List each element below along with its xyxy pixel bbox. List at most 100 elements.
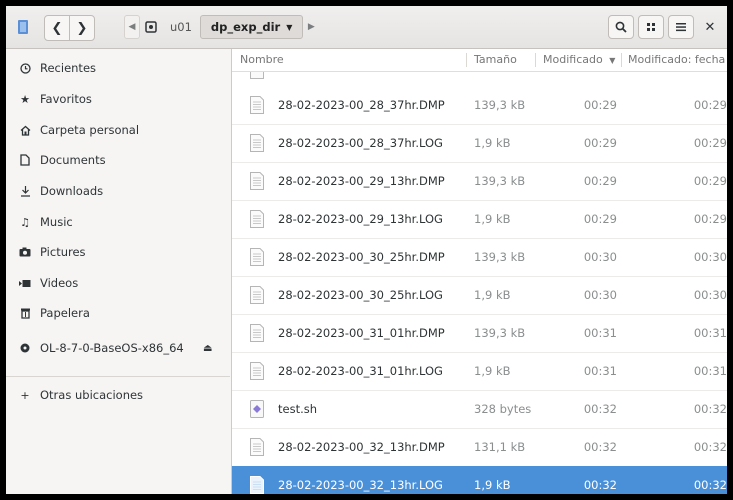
file-modified-date: 00:31: [693, 364, 727, 378]
drive-root-button[interactable]: [140, 15, 162, 39]
sidebar-item-music[interactable]: ♫ Music: [6, 208, 230, 236]
document-icon: [10, 154, 40, 166]
document-file-icon: [250, 172, 264, 190]
path-segment-parent[interactable]: u01: [162, 15, 200, 39]
file-modified: 00:30: [583, 288, 617, 302]
disc-icon: [10, 343, 40, 353]
home-icon: [10, 125, 40, 136]
header-bar: ❮ ❯ ◀ u01 dp_exp_dir ▼ ▶ ✕: [6, 6, 727, 49]
camera-icon: [10, 247, 40, 257]
sidebar-item-documents[interactable]: Documents: [6, 146, 230, 174]
document-file-icon: [250, 96, 264, 114]
file-chooser-window: ❮ ❯ ◀ u01 dp_exp_dir ▼ ▶ ✕ Recientes ★ F…: [6, 6, 727, 494]
sidebar-item-label: Otras ubicaciones: [40, 388, 144, 402]
clock-icon: [10, 62, 40, 74]
file-name: 28-02-2023-00_30_25hr.DMP: [278, 250, 445, 264]
file-size: 1,9 kB: [474, 136, 511, 150]
file-modified: 00:29: [583, 98, 617, 112]
document-file-icon: [250, 134, 264, 152]
forward-arrow-icon: ❯: [76, 20, 88, 36]
file-size: 139,3 kB: [474, 250, 526, 264]
grid-icon: [647, 23, 655, 31]
file-row[interactable]: 28-02-2023-00_29_13hr.DMP 139,3 kB 00:29 00…: [232, 162, 727, 201]
file-name: 28-02-2023-00_30_25hr.LOG: [278, 288, 443, 302]
file-name: 28-02-2023-00_29_13hr.DMP: [278, 174, 445, 188]
file-row[interactable]: 28-02-2023-00_30_25hr.LOG 1,9 kB 00:30 00:3…: [232, 276, 727, 315]
sidebar-item-label: Favoritos: [40, 92, 92, 106]
close-button[interactable]: ✕: [700, 15, 720, 39]
file-modified: 00:32: [583, 402, 617, 416]
file-size: 139,3 kB: [474, 174, 526, 188]
file-modified: 00:31: [583, 326, 617, 340]
column-name-header[interactable]: Nombre: [240, 53, 284, 66]
file-size: 1,9 kB: [474, 212, 511, 226]
star-icon: ★: [20, 92, 30, 106]
file-list: Nombre Tamaño Modificado ▼ Modificado: f…: [232, 49, 727, 494]
sidebar-item-otras-ubicaciones[interactable]: + Otras ubicaciones: [6, 381, 230, 409]
file-name: 28-02-2023-00_28_37hr.LOG: [278, 136, 443, 150]
file-size: 1,9 kB: [474, 478, 511, 492]
back-arrow-icon: ❮: [51, 20, 63, 36]
file-row[interactable]: 28-02-2023-00_32_13hr.DMP 131,1 kB 00:32 00…: [232, 428, 727, 467]
sidebar-item-label: Carpeta personal: [40, 123, 140, 137]
drive-icon: [145, 21, 157, 33]
column-modified-header[interactable]: Modificado ▼: [543, 53, 615, 66]
trash-icon: [10, 307, 40, 319]
column-date-header[interactable]: Modificado: fecha: [628, 53, 725, 66]
sidebar-item-favoritos[interactable]: ★ Favoritos: [6, 85, 230, 113]
forward-button[interactable]: ❯: [69, 16, 94, 40]
file-row[interactable]: test.sh 328 bytes 00:32 00:32: [232, 390, 727, 429]
sidebar-item-label: Recientes: [40, 61, 97, 75]
column-divider: [535, 53, 536, 67]
file-row[interactable]: 28-02-2023-00_28_37hr.LOG 1,9 kB 00:29 00:2…: [232, 124, 727, 163]
file-modified: 00:29: [583, 212, 617, 226]
app-icon: [18, 20, 28, 34]
file-name: test.sh: [278, 402, 318, 416]
eject-icon[interactable]: ⏏: [203, 343, 212, 354]
path-bar: ◀ u01 dp_exp_dir ▼ ▶: [124, 15, 319, 39]
file-row[interactable]: 28-02-2023-00_31_01hr.LOG 1,9 kB 00:31 00:3…: [232, 352, 727, 391]
sidebar-item-downloads[interactable]: Downloads: [6, 177, 230, 205]
path-current-label: dp_exp_dir: [210, 20, 281, 34]
sort-down-icon: ▼: [609, 56, 616, 65]
column-divider: [466, 53, 467, 67]
file-name: 28-02-2023-00_29_13hr.LOG: [278, 212, 443, 226]
column-modified-label: Modificado: [543, 53, 603, 66]
file-modified: 00:32: [583, 478, 617, 492]
document-file-icon: [250, 286, 264, 304]
menu-button[interactable]: [668, 15, 694, 39]
path-scroll-left-button[interactable]: ◀: [124, 15, 140, 39]
sidebar-item-label: Videos: [40, 276, 79, 290]
sidebar-item-recientes[interactable]: Recientes: [6, 54, 230, 82]
sidebar-item-videos[interactable]: Videos: [6, 269, 230, 297]
back-button[interactable]: ❮: [45, 16, 69, 40]
file-row[interactable]: 28-02-2023-00_32_13hr.LOG 1,9 kB 00:32 00:3…: [232, 466, 727, 494]
file-modified-date: 00:30: [693, 250, 727, 264]
column-size-header[interactable]: Tamaño: [474, 53, 517, 66]
file-row[interactable]: 28-02-2023-00_31_01hr.DMP 139,3 kB 00:31 00…: [232, 314, 727, 353]
nav-buttons: ❮ ❯: [44, 15, 95, 41]
script-file-icon: [250, 400, 264, 418]
file-modified: 00:30: [583, 250, 617, 264]
sidebar-item-ol-baseos[interactable]: OL-8-7-0-BaseOS-x86_64 ⏏: [6, 334, 230, 362]
download-icon: [10, 185, 40, 197]
sidebar-item-pictures[interactable]: Pictures: [6, 238, 230, 266]
file-modified-date: 00:30: [693, 288, 727, 302]
sidebar-item-papelera[interactable]: Papelera: [6, 299, 230, 327]
file-size: 328 bytes: [474, 402, 532, 416]
file-name: 28-02-2023-00_32_13hr.DMP: [278, 440, 445, 454]
file-modified: 00:29: [583, 174, 617, 188]
document-file-icon: [250, 476, 264, 494]
file-row[interactable]: 28-02-2023-00_28_37hr.DMP 139,3 kB 00:29 00…: [232, 86, 727, 125]
file-row[interactable]: 28-02-2023-00_30_25hr.DMP 139,3 kB 00:30 00…: [232, 238, 727, 277]
sidebar-item-carpeta-personal[interactable]: Carpeta personal: [6, 116, 230, 144]
file-modified-date: 00:32: [693, 402, 727, 416]
file-name: 28-02-2023-00_31_01hr.LOG: [278, 364, 443, 378]
path-segment-current[interactable]: dp_exp_dir ▼: [199, 15, 304, 39]
file-modified-date: 00:32: [693, 440, 727, 454]
file-row[interactable]: 28-02-2023-00_29_13hr.LOG 1,9 kB 00:29 00:2…: [232, 200, 727, 239]
path-scroll-right-button[interactable]: ▶: [303, 15, 319, 39]
search-button[interactable]: [608, 15, 634, 39]
view-grid-button[interactable]: [638, 15, 664, 39]
file-rows: 28-02-2023-00_28_37hr.DMP 139,3 kB 00:29 00…: [232, 49, 727, 494]
